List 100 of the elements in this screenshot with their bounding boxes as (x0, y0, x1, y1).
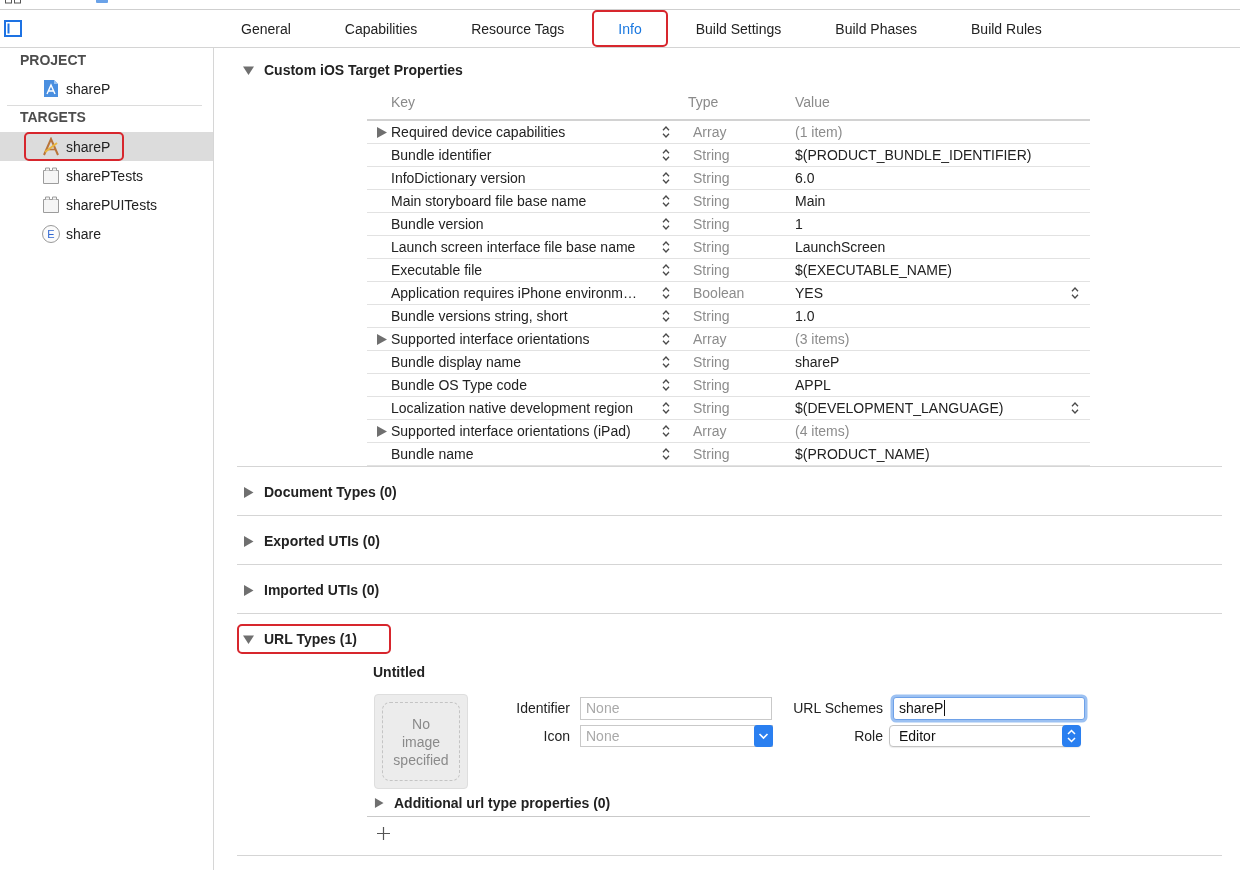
disclosure-triangle-icon[interactable] (377, 333, 387, 345)
property-value: Main (795, 193, 826, 209)
stepper-icon[interactable] (662, 401, 670, 415)
stepper-icon[interactable] (662, 378, 670, 392)
disclosure-triangle-icon[interactable] (243, 584, 254, 596)
section-header[interactable]: Imported UTIs (0) (237, 575, 414, 605)
disclosure-triangle-icon[interactable] (243, 633, 254, 645)
field-label: URL Schemes (793, 700, 884, 716)
stepper-icon[interactable] (662, 309, 670, 323)
property-value: 1 (795, 216, 803, 232)
box-icon (42, 195, 60, 214)
section-header[interactable]: Document Types (0) (237, 477, 431, 507)
property-key: Main storyboard file base name (391, 193, 587, 209)
stepper-icon[interactable] (662, 240, 670, 254)
stepper-icon[interactable] (1062, 725, 1081, 747)
stepper-icon[interactable] (662, 332, 670, 346)
property-type: String (692, 147, 730, 163)
stepper-icon[interactable] (662, 355, 670, 369)
disclosure-triangle-icon[interactable] (377, 126, 387, 138)
property-type: String (692, 354, 730, 370)
editor-tab[interactable]: Build Settings (669, 10, 808, 47)
field-label: Icon (543, 728, 571, 744)
stepper-icon[interactable] (1071, 401, 1079, 415)
property-key: Launch screen interface file base name (391, 239, 636, 255)
property-value: (1 item) (795, 124, 843, 140)
property-type: String (692, 400, 730, 416)
property-value: LaunchScreen (795, 239, 886, 255)
property-key: Bundle OS Type code (391, 377, 527, 393)
property-type: String (692, 239, 730, 255)
property-type: String (692, 262, 730, 278)
disclosure-triangle-icon[interactable] (377, 425, 387, 437)
property-value: 1.0 (795, 308, 815, 324)
stepper-icon[interactable] (662, 171, 670, 185)
property-type: Array (692, 331, 727, 347)
property-value: $(PRODUCT_BUNDLE_IDENTIFIER) (795, 147, 1032, 163)
property-type: String (692, 446, 730, 462)
property-key: Bundle display name (391, 354, 521, 370)
stepper-icon[interactable] (662, 148, 670, 162)
editor-tab[interactable]: Info (592, 10, 668, 47)
sidebar-toggle-icon[interactable] (4, 20, 22, 37)
section-header[interactable]: Exported UTIs (0) (237, 526, 414, 556)
editor-tab[interactable]: Build Rules (945, 10, 1068, 47)
sidebar-item[interactable]: E share (24, 219, 116, 248)
property-key: Bundle version (391, 216, 484, 232)
property-value: $(DEVELOPMENT_LANGUAGE) (795, 400, 1004, 416)
property-type: Boolean (692, 285, 745, 301)
property-value: APPL (795, 377, 831, 393)
stepper-icon[interactable] (662, 424, 670, 438)
disclosure-triangle-icon[interactable] (243, 535, 254, 547)
property-value: (4 items) (795, 423, 850, 439)
stepper-icon[interactable] (662, 286, 670, 300)
property-key: Bundle name (391, 446, 474, 462)
toolbar-icon[interactable] (5, 0, 21, 4)
sidebar-heading: PROJECT (19, 51, 88, 70)
column-header[interactable]: Type (677, 92, 719, 112)
field-label: Identifier (516, 700, 571, 716)
document-icon (42, 79, 60, 98)
section-header[interactable]: Custom iOS Target Properties (237, 55, 497, 85)
property-type: String (692, 308, 730, 324)
disclosure-triangle-icon[interactable] (374, 797, 384, 808)
box-icon (42, 166, 60, 185)
editor-tab[interactable]: General (215, 10, 317, 47)
stepper-icon[interactable] (1071, 286, 1079, 300)
sidebar-item[interactable]: sharePTests (24, 161, 158, 190)
add-icon[interactable] (377, 827, 390, 840)
property-key: InfoDictionary version (391, 170, 526, 186)
property-key: Localization native development region (391, 400, 634, 416)
sidebar-item[interactable]: sharePUITests (24, 190, 172, 219)
property-value: YES (795, 285, 823, 301)
editor-tab[interactable]: Capabilities (318, 10, 444, 47)
property-key: Supported interface orientations (391, 331, 590, 347)
property-type: String (692, 216, 730, 232)
property-value: (3 items) (795, 331, 850, 347)
column-header[interactable]: Key (391, 92, 416, 112)
chevron-down-icon[interactable] (754, 725, 773, 747)
section-header[interactable]: Additional url type properties (0) (368, 789, 645, 816)
property-key: Bundle versions string, short (391, 308, 568, 324)
property-value: $(PRODUCT_NAME) (795, 446, 930, 462)
stepper-icon[interactable] (662, 263, 670, 277)
stepper-icon[interactable] (662, 125, 670, 139)
stepper-icon[interactable] (662, 217, 670, 231)
property-type: String (692, 170, 730, 186)
extension-icon: E (42, 224, 60, 243)
property-key: Bundle identifier (391, 147, 492, 163)
disclosure-triangle-icon[interactable] (243, 64, 254, 76)
sidebar-item[interactable]: shareP (24, 132, 125, 161)
section-header[interactable]: URL Types (1) (237, 624, 391, 654)
stepper-icon[interactable] (662, 447, 670, 461)
property-type: String (692, 377, 730, 393)
disclosure-triangle-icon[interactable] (243, 486, 254, 498)
editor-tab[interactable]: Build Phases (809, 10, 943, 47)
stepper-icon[interactable] (662, 194, 670, 208)
text-field[interactable]: shareP (893, 696, 1085, 720)
property-key: Application requires iPhone environm… (391, 285, 637, 301)
editor-tab[interactable]: Resource Tags (445, 10, 591, 47)
sidebar-item[interactable]: shareP (24, 74, 125, 103)
popup-button[interactable]: Editor (889, 725, 1081, 747)
property-key: Supported interface orientations (iPad) (391, 423, 631, 439)
image-drop-area: No image specified (382, 702, 460, 781)
property-key: Required device capabilities (391, 124, 566, 140)
